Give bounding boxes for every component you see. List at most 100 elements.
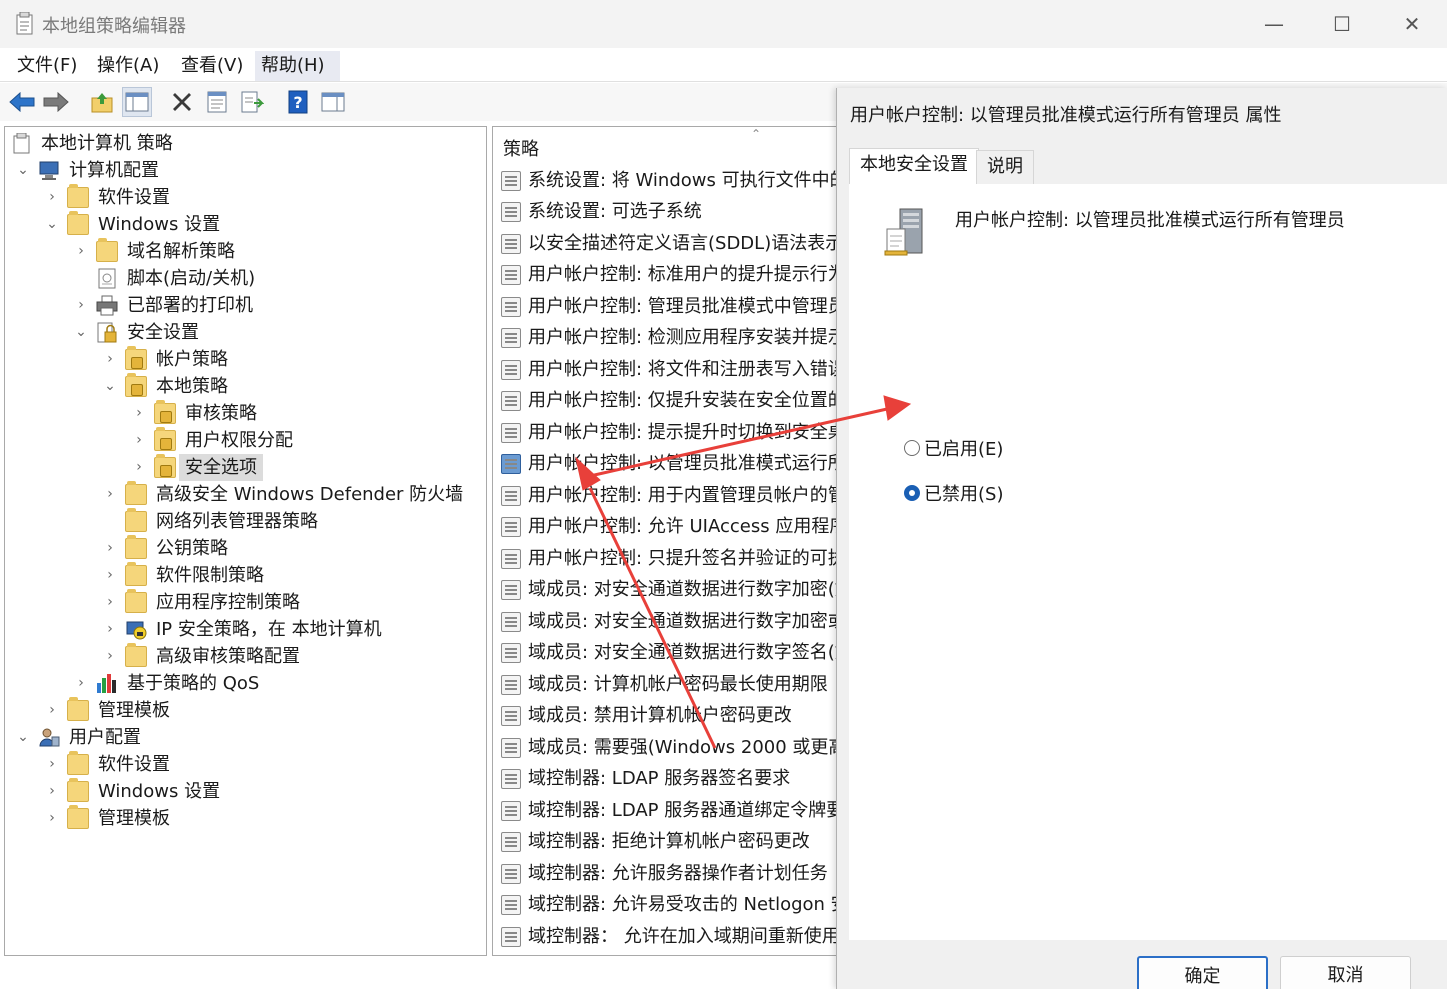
policy-setting-icon — [501, 675, 521, 695]
menu-file[interactable]: 文件(F) — [11, 51, 83, 81]
printer-icon — [96, 295, 118, 316]
show-hide-tree-icon[interactable] — [122, 87, 152, 117]
chevron-down-icon[interactable]: ⌄ — [15, 157, 31, 184]
folder-icon — [125, 643, 147, 667]
policy-setting-icon — [501, 895, 521, 915]
menu-view[interactable]: 查看(V) — [175, 51, 249, 81]
computer-icon — [38, 160, 60, 181]
locked-folder-icon — [154, 427, 176, 451]
folder-icon — [67, 184, 89, 208]
menu-help[interactable]: 帮助(H) — [255, 51, 340, 81]
chevron-right-icon[interactable]: › — [73, 670, 89, 697]
chevron-right-icon[interactable]: › — [44, 184, 60, 211]
chevron-right-icon[interactable]: › — [102, 535, 118, 562]
delete-icon[interactable] — [167, 87, 197, 117]
bar-chart-icon — [96, 673, 118, 694]
chevron-right-icon[interactable]: › — [131, 427, 147, 454]
properties-dialog: 用户帐户控制: 以管理员批准模式运行所有管理员 属性 本地安全设置 说明 用户帐… — [836, 88, 1447, 989]
chevron-right-icon[interactable]: › — [102, 346, 118, 373]
chevron-right-icon[interactable]: › — [44, 805, 60, 832]
ok-button[interactable]: 确定 — [1137, 956, 1268, 989]
policy-setting-icon — [501, 927, 521, 947]
folder-icon — [125, 508, 147, 532]
ip-security-icon — [125, 619, 147, 640]
minimize-icon: — — [1264, 12, 1284, 36]
chevron-right-icon[interactable]: › — [102, 643, 118, 670]
policy-setting-icon — [501, 706, 521, 726]
column-header-policy[interactable]: 策略 — [503, 135, 539, 161]
group-policy-app-icon — [14, 11, 36, 36]
policy-setting-icon — [501, 234, 521, 254]
export-list-icon[interactable] — [237, 87, 267, 117]
policy-tree[interactable]: 本地计算机 策略 ⌄ 计算机配置 › 软件设置 ⌄ Windows 设置 › 域… — [4, 126, 487, 956]
chevron-right-icon[interactable]: › — [102, 616, 118, 643]
chevron-right-icon[interactable]: › — [131, 400, 147, 427]
enabled-radio[interactable] — [904, 440, 920, 456]
disabled-radio[interactable] — [904, 485, 920, 501]
chevron-right-icon[interactable]: › — [73, 238, 89, 265]
locked-folder-icon — [125, 373, 147, 397]
disabled-radio-label[interactable]: 已禁用(S) — [924, 480, 1003, 506]
policy-setting-icon — [501, 864, 521, 884]
locked-folder-icon — [154, 400, 176, 424]
policy-document-icon — [11, 132, 33, 154]
locked-folder-icon — [154, 454, 176, 478]
policy-setting-icon — [501, 486, 521, 506]
policy-setting-icon — [501, 769, 521, 789]
properties-icon[interactable] — [202, 87, 232, 117]
chevron-right-icon[interactable]: › — [44, 778, 60, 805]
folder-icon — [67, 805, 89, 829]
policy-setting-icon — [501, 517, 521, 537]
chevron-right-icon[interactable]: › — [44, 697, 60, 724]
policy-setting-icon — [501, 612, 521, 632]
chevron-right-icon[interactable]: › — [44, 751, 60, 778]
policy-setting-icon — [501, 360, 521, 380]
policy-setting-icon — [501, 423, 521, 443]
up-folder-icon[interactable] — [87, 87, 117, 117]
window-title: 本地组策略编辑器 — [42, 16, 186, 37]
folder-icon — [125, 481, 147, 505]
chevron-right-icon[interactable]: › — [102, 481, 118, 508]
forward-arrow-icon[interactable] — [41, 87, 71, 117]
policy-setting-icon — [501, 832, 521, 852]
help-icon[interactable]: ? — [283, 87, 313, 117]
folder-icon — [125, 562, 147, 586]
tab-explain[interactable]: 说明 — [976, 150, 1034, 184]
tab-local-security-setting[interactable]: 本地安全设置 — [849, 148, 979, 185]
chevron-down-icon[interactable]: ⌄ — [73, 319, 89, 346]
policy-list[interactable]: 策略 ⌃ 系统设置: 将 Windows 可执行文件中的 系统设置: 可选子系统… — [492, 126, 837, 956]
cancel-button[interactable]: 取消 — [1280, 956, 1411, 989]
close-button[interactable]: ✕ — [1377, 0, 1447, 48]
policy-setting-icon — [501, 549, 521, 569]
sort-ascending-icon: ⌃ — [751, 127, 762, 141]
locked-folder-icon — [125, 346, 147, 370]
menu-action[interactable]: 操作(A) — [91, 51, 165, 81]
folder-icon — [67, 778, 89, 802]
policy-setting-icon — [501, 265, 521, 285]
server-icon — [884, 207, 928, 257]
folder-icon — [125, 589, 147, 613]
back-arrow-icon[interactable] — [7, 87, 37, 117]
chevron-down-icon[interactable]: ⌄ — [102, 373, 118, 400]
enabled-radio-label[interactable]: 已启用(E) — [924, 435, 1003, 461]
show-hide-action-pane-icon[interactable] — [318, 87, 348, 117]
chevron-right-icon[interactable]: › — [102, 562, 118, 589]
chevron-right-icon[interactable]: › — [102, 589, 118, 616]
chevron-right-icon[interactable]: › — [131, 454, 147, 481]
chevron-down-icon[interactable]: ⌄ — [44, 211, 60, 238]
folder-icon — [67, 211, 89, 235]
chevron-down-icon[interactable]: ⌄ — [15, 724, 31, 751]
close-icon: ✕ — [1403, 12, 1421, 36]
folder-icon — [67, 697, 89, 721]
policy-setting-icon — [501, 328, 521, 348]
policy-setting-icon — [501, 297, 521, 317]
script-icon — [96, 268, 118, 289]
chevron-right-icon[interactable]: › — [73, 292, 89, 319]
maximize-button[interactable]: ☐ — [1307, 0, 1377, 48]
policy-setting-icon — [501, 738, 521, 758]
setting-panel: 用户帐户控制: 以管理员批准模式运行所有管理员 已启用(E) 已禁用(S) — [849, 184, 1447, 940]
title-bar: 本地组策略编辑器 — ☐ ✕ — [0, 0, 1447, 48]
minimize-button[interactable]: — — [1239, 0, 1309, 48]
svg-text:?: ? — [293, 93, 302, 112]
user-config-icon — [38, 727, 60, 748]
